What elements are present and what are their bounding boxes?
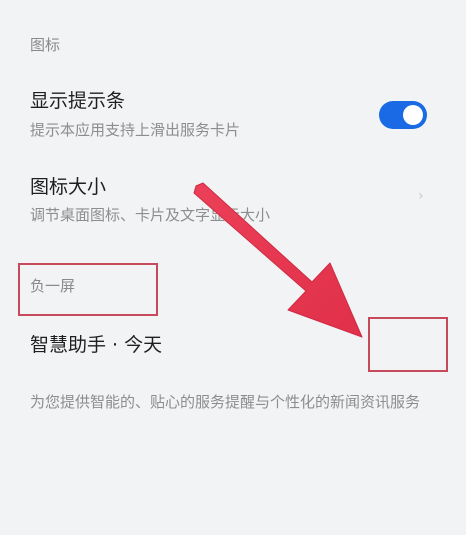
setting-desc-smart-assistant: 为您提供智能的、贴心的服务提醒与个性化的新闻资讯服务 [30, 393, 421, 411]
setting-row-show-tip[interactable]: 显示提示条 提示本应用支持上滑出服务卡片 [0, 80, 466, 150]
setting-title-icon-size: 图标大小 [30, 176, 107, 198]
chevron-right-icon: › [418, 188, 424, 204]
toggle-knob [403, 105, 423, 125]
annotation-box-minus-one [18, 263, 158, 316]
setting-title-show-tip: 显示提示条 [30, 90, 126, 112]
section-label-icon: 图标 [30, 36, 61, 54]
setting-row-icon-size[interactable]: 图标大小 调节桌面图标、卡片及文字显示大小 › [0, 166, 466, 236]
setting-desc-show-tip: 提示本应用支持上滑出服务卡片 [30, 121, 241, 139]
setting-desc-icon-size: 调节桌面图标、卡片及文字显示大小 [30, 206, 271, 224]
annotation-box-toggle-target [368, 317, 448, 372]
show-tip-toggle[interactable] [379, 101, 427, 129]
setting-title-smart-assistant: 智慧助手 · 今天 [30, 334, 163, 356]
